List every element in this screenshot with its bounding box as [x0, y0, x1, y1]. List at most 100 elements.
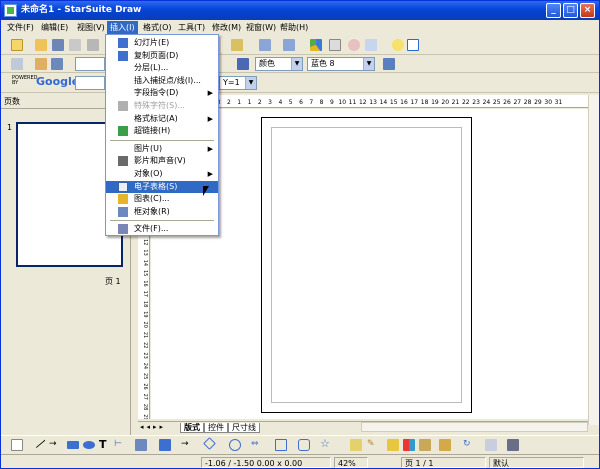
google-search-icon[interactable]: [407, 39, 419, 51]
arrange-icon[interactable]: [507, 439, 519, 451]
tab-layout[interactable]: 版式: [180, 423, 204, 433]
zoom-icon[interactable]: [365, 39, 377, 51]
navigator-icon[interactable]: [348, 39, 360, 51]
new-icon[interactable]: [11, 39, 23, 51]
area-fill-icon[interactable]: [237, 58, 249, 70]
help-icon[interactable]: [392, 39, 404, 51]
insert-menu-item[interactable]: 对象(O) ▶: [106, 168, 218, 180]
ruler-tick-label: 27: [513, 99, 521, 106]
tab-nav-arrows[interactable]: ◂◂▸▸: [140, 423, 166, 431]
minimize-button[interactable]: _: [546, 3, 561, 18]
menu-insert[interactable]: 插入(I): [107, 21, 138, 35]
chevron-down-icon[interactable]: ▼: [245, 77, 256, 89]
gallery-icon[interactable]: [419, 439, 431, 451]
chevron-down-icon[interactable]: ▼: [363, 58, 374, 70]
drawing-page[interactable]: [261, 117, 472, 413]
line-style-combo[interactable]: [75, 57, 105, 71]
rotate-icon[interactable]: ↻: [463, 439, 475, 451]
ruler-tick-label: 24: [142, 363, 148, 369]
maximize-button[interactable]: □: [563, 3, 578, 18]
edit-file-icon[interactable]: [87, 39, 99, 51]
arrow-style-icon[interactable]: [35, 58, 47, 70]
chart-icon[interactable]: [310, 39, 322, 51]
flowchart-icon[interactable]: [275, 439, 287, 451]
insert-menu-item[interactable]: 分层(L)...: [106, 62, 218, 74]
vertical-scrollbar[interactable]: [588, 95, 599, 425]
ruler-tick-label: 21: [142, 332, 148, 338]
drawing-toolbar: → T ⊢ → ⇔ ☆ ✎ ↻: [1, 435, 599, 453]
insert-menu-item[interactable]: 复制页面(D): [106, 50, 218, 62]
close-button[interactable]: ×: [580, 3, 595, 18]
points-icon[interactable]: [350, 439, 362, 451]
tab-dimension-lines[interactable]: 尺寸线: [228, 423, 260, 433]
ruler-tick-label: 25: [142, 373, 148, 379]
insert-menu-item[interactable]: 幻灯片(E): [106, 37, 218, 49]
line-color-combo[interactable]: 颜色 ▼: [255, 57, 303, 71]
insert-menu-item[interactable]: 超链接(H): [106, 125, 218, 137]
insert-menu-item[interactable]: 图表(C)...: [106, 193, 218, 205]
shadow-icon[interactable]: [383, 58, 395, 70]
insert-menu-item[interactable]: 框对象(R): [106, 206, 218, 218]
select-arrow-icon[interactable]: [11, 439, 23, 451]
menu-format[interactable]: 格式(O): [140, 21, 175, 35]
glue-points-icon[interactable]: ✎: [367, 439, 379, 451]
menu-window[interactable]: 视窗(W): [243, 21, 279, 35]
google-search-input[interactable]: [75, 76, 105, 90]
app-window: 未命名1 - StarSuite Draw _ □ × 文件(F) 编辑(E) …: [0, 0, 600, 469]
menu-edit[interactable]: 编辑(E): [38, 21, 71, 35]
email-icon[interactable]: [69, 39, 81, 51]
extrusion-icon[interactable]: [439, 439, 451, 451]
ruler-tick-label: 23: [142, 352, 148, 358]
insert-menu-item[interactable]: 格式标记(A) ▶: [106, 113, 218, 125]
stars-icon[interactable]: ☆: [320, 437, 332, 450]
text-icon[interactable]: T: [99, 438, 111, 451]
open-icon[interactable]: [35, 39, 47, 51]
ruler-tick-label: 10: [338, 99, 346, 106]
arrow-line-icon[interactable]: →: [49, 439, 61, 451]
ruler-tick-label: 13: [142, 249, 148, 255]
menu-modify[interactable]: 修改(M): [209, 21, 244, 35]
menu-help[interactable]: 帮助(H): [277, 21, 311, 35]
status-position-value: -1.06 / -1.50: [205, 459, 255, 468]
zoom-combo[interactable]: Y=1 ▼: [219, 76, 257, 90]
redo-icon[interactable]: [283, 39, 295, 51]
curve-icon[interactable]: [135, 439, 147, 451]
submenu-arrow-icon: ▶: [207, 170, 213, 178]
menu-view[interactable]: 视图(V): [74, 21, 108, 35]
connector2-icon[interactable]: [159, 439, 171, 451]
insert-menu-item[interactable]: 影片和声音(V): [106, 155, 218, 167]
chevron-down-icon[interactable]: ▼: [291, 58, 302, 70]
tab-controls[interactable]: 控件: [204, 423, 228, 433]
ruler-tick-label: 12: [359, 99, 367, 106]
insert-menu-item[interactable]: 插入捕捉点/线(I)...: [106, 75, 218, 87]
area-color-combo[interactable]: 蓝色 8 ▼: [307, 57, 375, 71]
callouts-icon[interactable]: [298, 439, 310, 451]
menu-tools[interactable]: 工具(T): [175, 21, 208, 35]
connector-icon[interactable]: ⊢: [114, 439, 126, 451]
line-style-icon[interactable]: [51, 58, 63, 70]
insert-menu-item[interactable]: 电子表格(S): [106, 180, 218, 193]
insert-menu-item[interactable]: 文件(F)...: [106, 223, 218, 235]
horizontal-scrollbar[interactable]: [361, 422, 588, 432]
show-draw-functions-icon[interactable]: [329, 39, 341, 51]
from-file-icon[interactable]: [403, 439, 415, 451]
lines-arrows-icon[interactable]: →: [181, 439, 193, 451]
alignment-icon[interactable]: [485, 439, 497, 451]
symbol-shapes-icon[interactable]: [229, 439, 241, 451]
rectangle-icon[interactable]: [67, 441, 79, 449]
undo-icon[interactable]: [259, 39, 271, 51]
ellipse-icon[interactable]: [83, 441, 95, 449]
insert-menu-item[interactable]: 图片(U) ▶: [106, 143, 218, 155]
fontwork-icon[interactable]: [387, 439, 399, 451]
ruler-tick-label: 2: [227, 99, 231, 106]
save-icon[interactable]: [52, 39, 64, 51]
menu-file[interactable]: 文件(F): [4, 21, 37, 35]
insert-menu-item[interactable]: 字段指令(D) ▶: [106, 87, 218, 99]
insert-menu-item-label: 图片(U): [134, 143, 163, 153]
line-icon[interactable]: [32, 435, 46, 449]
block-arrows-icon[interactable]: ⇔: [251, 439, 263, 451]
format-paintbrush-icon[interactable]: [231, 39, 243, 51]
select-icon[interactable]: [11, 58, 23, 70]
status-zoom[interactable]: 42%: [334, 457, 368, 468]
basic-shapes-icon[interactable]: [203, 437, 216, 450]
